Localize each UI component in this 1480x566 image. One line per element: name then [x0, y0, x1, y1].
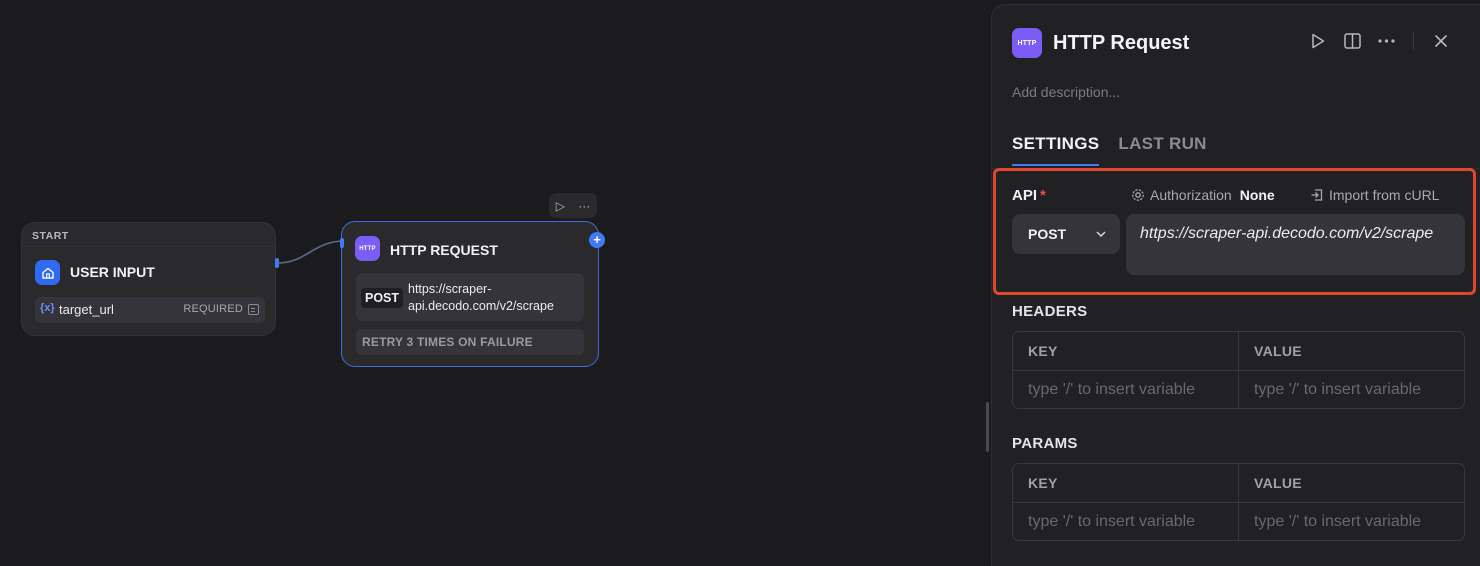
http-node-input-port[interactable] [340, 238, 344, 248]
field-type-icon [248, 304, 259, 315]
start-node-title: USER INPUT [70, 264, 155, 280]
panel-resize-handle[interactable] [986, 402, 989, 452]
add-node-button[interactable]: + [589, 232, 605, 248]
variable-name: target_url [59, 302, 114, 317]
variable-row[interactable]: {x} target_url REQUIRED [35, 297, 265, 323]
home-icon [35, 260, 60, 285]
headers-value-header: VALUE [1238, 332, 1464, 370]
headers-title: HEADERS [1012, 303, 1088, 320]
headers-value-input[interactable]: type '/' to insert variable [1238, 371, 1464, 408]
tabs-divider [992, 168, 1480, 169]
node-connector [277, 240, 345, 264]
run-icon[interactable] [1309, 32, 1327, 50]
start-node-header: START [32, 230, 69, 242]
panel-title: HTTP Request [1053, 32, 1190, 54]
params-key-header: KEY [1028, 475, 1058, 491]
http-node-title: HTTP REQUEST [390, 242, 498, 258]
close-icon[interactable] [1432, 32, 1450, 50]
import-curl-button[interactable]: Import from cURL [1310, 187, 1439, 203]
params-title: PARAMS [1012, 435, 1078, 452]
headers-key-input[interactable]: type '/' to insert variable [1013, 371, 1238, 408]
request-summary: POST https://scraper-api.decodo.com/v2/s… [356, 273, 584, 321]
more-icon[interactable]: ··· [578, 199, 590, 213]
params-value-header: VALUE [1238, 464, 1464, 502]
http-icon: HTTP [355, 236, 380, 261]
method-badge: POST [361, 288, 404, 308]
chevron-down-icon [1096, 231, 1106, 237]
variable-icon: {x} [40, 302, 55, 314]
params-key-input[interactable]: type '/' to insert variable [1013, 503, 1238, 540]
start-node[interactable]: START USER INPUT {x} target_url REQUIRED [21, 222, 276, 336]
headers-key-header: KEY [1028, 343, 1058, 359]
params-table: KEY VALUE type '/' to insert variable ty… [1012, 463, 1465, 541]
start-node-divider [22, 246, 275, 247]
method-select[interactable]: POST [1012, 214, 1120, 254]
run-node-icon[interactable]: ▷ [556, 199, 565, 213]
authorization-button[interactable]: Authorization None [1131, 187, 1275, 203]
http-request-node[interactable]: HTTP HTTP REQUEST POST https://scraper-a… [341, 221, 599, 367]
required-badge: REQUIRED [183, 303, 243, 315]
http-icon: HTTP [1012, 28, 1042, 58]
import-curl-label: Import from cURL [1329, 187, 1440, 203]
node-mini-toolbar: ▷ ··· [549, 193, 597, 218]
import-icon [1311, 189, 1323, 201]
tab-settings[interactable]: SETTINGS [1012, 134, 1100, 166]
api-label: API * [1012, 187, 1046, 204]
split-view-icon[interactable] [1343, 32, 1361, 50]
url-input[interactable]: https://scraper-api.decodo.com/v2/scrape [1126, 214, 1465, 275]
more-icon[interactable] [1377, 32, 1395, 50]
tab-last-run[interactable]: LAST RUN [1118, 134, 1206, 166]
actions-divider [1413, 32, 1414, 50]
method-value: POST [1028, 226, 1067, 242]
headers-table: KEY VALUE type '/' to insert variable ty… [1012, 331, 1465, 409]
retry-policy: RETRY 3 TIMES ON FAILURE [356, 329, 584, 355]
required-marker: * [1040, 187, 1046, 204]
panel-tabs: SETTINGS LAST RUN [1012, 134, 1207, 166]
authorization-label: Authorization [1150, 187, 1232, 203]
gear-icon [1132, 189, 1144, 201]
node-settings-panel: HTTP HTTP Request Add description... SET… [991, 4, 1480, 566]
description-input[interactable]: Add description... [1012, 84, 1120, 100]
panel-actions [1309, 32, 1450, 50]
params-value-input[interactable]: type '/' to insert variable [1238, 503, 1464, 540]
authorization-value: None [1239, 187, 1275, 203]
request-url: https://scraper-api.decodo.com/v2/scrape [408, 282, 554, 313]
